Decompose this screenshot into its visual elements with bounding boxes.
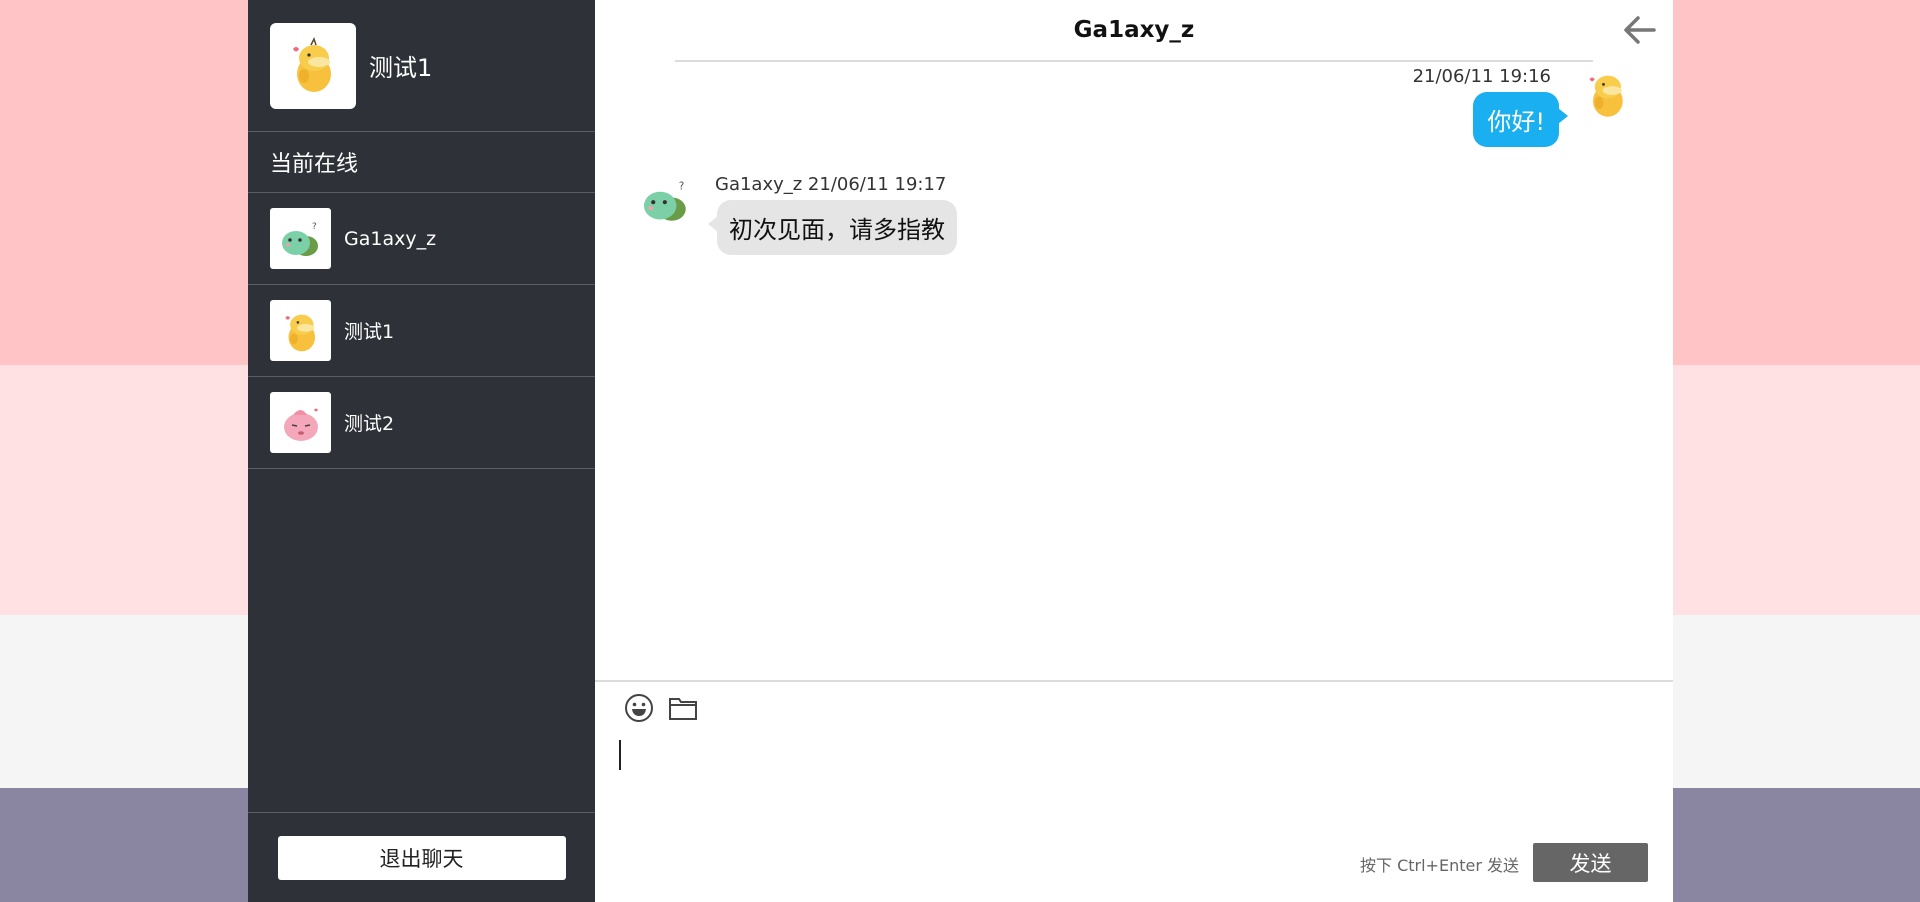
online-user-name: Ga1axy_z — [344, 227, 437, 250]
logout-button[interactable]: 退出聊天 — [277, 835, 566, 880]
chat-panel: Ga1axy_z 21/06/11 19:16 你好! Ga1axy_z 21/… — [595, 0, 1673, 902]
bulbasaur-avatar-icon: ? — [637, 172, 695, 234]
svg-text:?: ? — [312, 222, 317, 232]
message-meta: 21/06/11 19:16 — [1412, 66, 1551, 87]
message-bubble: 你好! — [1473, 92, 1568, 147]
sidebar: 测试1 当前在线 ? Ga1axy_z 测试1 测试2 退出聊天 — [248, 0, 595, 902]
current-user-name: 测试1 — [369, 54, 433, 82]
smiley-icon[interactable] — [623, 692, 655, 724]
message-composer: 按下 Ctrl+Enter 发送 发送 — [595, 680, 1673, 902]
online-user-item[interactable]: 测试2 — [248, 377, 595, 469]
online-user-name: 测试1 — [344, 321, 395, 343]
psyduck-avatar-icon — [1579, 64, 1635, 128]
online-user-item[interactable]: ? Ga1axy_z — [248, 193, 595, 285]
online-users-title: 当前在线 — [248, 132, 595, 193]
message-input[interactable] — [617, 738, 1647, 818]
svg-text:?: ? — [679, 180, 685, 192]
text-caret — [619, 740, 621, 770]
send-button[interactable]: 发送 — [1533, 843, 1648, 882]
current-user-panel: 测试1 — [248, 0, 595, 132]
folder-icon[interactable] — [667, 692, 699, 724]
message-bubble: 初次见面，请多指教 — [708, 200, 957, 255]
chat-header: Ga1axy_z — [675, 0, 1593, 62]
psyduck-avatar-icon — [270, 300, 331, 361]
jigglypuff-avatar-icon — [270, 392, 331, 453]
chat-title: Ga1axy_z — [1073, 17, 1195, 43]
sidebar-footer: 退出聊天 — [248, 812, 595, 902]
message-incoming: Ga1axy_z 21/06/11 19:17 ? 初次见面，请多指教 — [637, 172, 957, 255]
online-user-item[interactable]: 测试1 — [248, 285, 595, 377]
composer-toolbar — [623, 692, 699, 724]
bulbasaur-avatar-icon: ? — [270, 208, 331, 269]
message-outgoing: 21/06/11 19:16 你好! — [1413, 64, 1635, 147]
arrow-left-icon[interactable] — [1622, 14, 1658, 46]
chat-app: 测试1 当前在线 ? Ga1axy_z 测试1 测试2 退出聊天 Ga1axy_… — [248, 0, 1673, 902]
psyduck-avatar-icon — [270, 22, 356, 109]
send-shortcut-hint: 按下 Ctrl+Enter 发送 — [1360, 856, 1519, 875]
online-user-name: 测试2 — [344, 413, 395, 435]
message-meta: Ga1axy_z 21/06/11 19:17 — [715, 174, 947, 195]
